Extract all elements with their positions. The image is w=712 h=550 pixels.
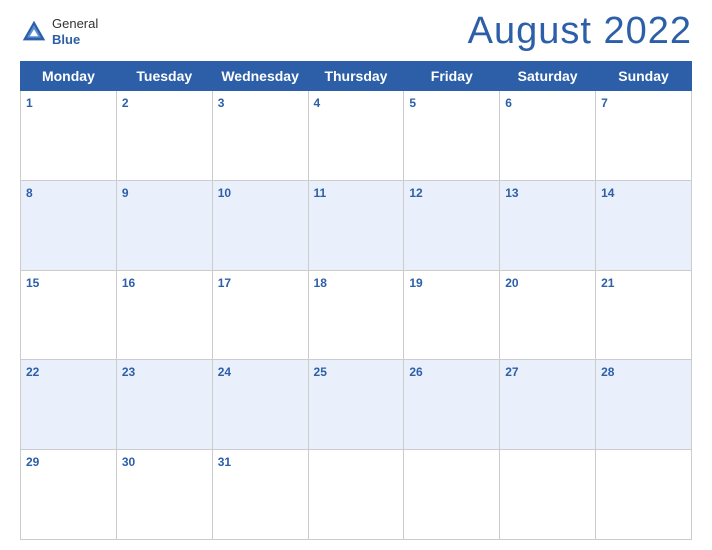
day-number: 8 (26, 186, 33, 200)
day-number: 1 (26, 96, 33, 110)
day-number: 19 (409, 276, 422, 290)
logo-line1: General (52, 16, 98, 32)
calendar-cell: 31 (212, 450, 308, 540)
calendar-cell: 22 (21, 360, 117, 450)
calendar-cell: 16 (116, 270, 212, 360)
week-row-4: 22 23 24 25 26 27 28 (21, 360, 692, 450)
calendar-cell: 15 (21, 270, 117, 360)
calendar-cell: 30 (116, 450, 212, 540)
week-row-2: 8 9 10 11 12 13 14 (21, 180, 692, 270)
day-number: 16 (122, 276, 135, 290)
day-number: 31 (218, 455, 231, 469)
calendar-cell: 27 (500, 360, 596, 450)
calendar-cell: 6 (500, 91, 596, 181)
day-number: 24 (218, 365, 231, 379)
day-number: 3 (218, 96, 225, 110)
calendar-cell (500, 450, 596, 540)
calendar-cell (596, 450, 692, 540)
day-header-thursday: Thursday (308, 62, 404, 91)
day-header-monday: Monday (21, 62, 117, 91)
calendar-cell: 8 (21, 180, 117, 270)
day-header-tuesday: Tuesday (116, 62, 212, 91)
calendar-cell: 29 (21, 450, 117, 540)
day-number: 15 (26, 276, 39, 290)
day-number: 21 (601, 276, 614, 290)
calendar-cell: 28 (596, 360, 692, 450)
calendar-cell: 12 (404, 180, 500, 270)
calendar-cell: 24 (212, 360, 308, 450)
day-header-saturday: Saturday (500, 62, 596, 91)
calendar-cell: 4 (308, 91, 404, 181)
day-header-sunday: Sunday (596, 62, 692, 91)
calendar-cell: 26 (404, 360, 500, 450)
day-number: 14 (601, 186, 614, 200)
calendar-cell (404, 450, 500, 540)
day-number: 29 (26, 455, 39, 469)
day-number: 26 (409, 365, 422, 379)
calendar-cell: 5 (404, 91, 500, 181)
day-number: 23 (122, 365, 135, 379)
day-number: 22 (26, 365, 39, 379)
day-number: 2 (122, 96, 129, 110)
day-headers-row: MondayTuesdayWednesdayThursdayFridaySatu… (21, 62, 692, 91)
logo: General Blue (20, 16, 98, 47)
calendar-cell: 20 (500, 270, 596, 360)
calendar-cell: 9 (116, 180, 212, 270)
calendar-cell: 18 (308, 270, 404, 360)
day-header-wednesday: Wednesday (212, 62, 308, 91)
month-title: August 2022 (468, 10, 692, 53)
day-number: 4 (314, 96, 321, 110)
calendar-cell: 21 (596, 270, 692, 360)
calendar-cell: 3 (212, 91, 308, 181)
logo-line2: Blue (52, 32, 98, 48)
day-number: 18 (314, 276, 327, 290)
calendar-cell: 11 (308, 180, 404, 270)
calendar-cell: 17 (212, 270, 308, 360)
logo-icon (20, 18, 48, 46)
calendar-cell: 2 (116, 91, 212, 181)
day-number: 6 (505, 96, 512, 110)
day-number: 20 (505, 276, 518, 290)
calendar-cell: 14 (596, 180, 692, 270)
calendar-cell: 23 (116, 360, 212, 450)
calendar-cell (308, 450, 404, 540)
week-row-1: 1 2 3 4 5 6 7 (21, 91, 692, 181)
day-number: 25 (314, 365, 327, 379)
day-header-friday: Friday (404, 62, 500, 91)
calendar-cell: 25 (308, 360, 404, 450)
day-number: 28 (601, 365, 614, 379)
day-number: 30 (122, 455, 135, 469)
day-number: 17 (218, 276, 231, 290)
day-number: 11 (314, 186, 327, 200)
week-row-5: 29 30 31 (21, 450, 692, 540)
week-row-3: 15 16 17 18 19 20 21 (21, 270, 692, 360)
day-number: 10 (218, 186, 231, 200)
day-number: 5 (409, 96, 416, 110)
logo-text: General Blue (52, 16, 98, 47)
calendar-header: General Blue August 2022 (20, 10, 692, 53)
calendar-cell: 7 (596, 91, 692, 181)
calendar-cell: 13 (500, 180, 596, 270)
calendar-cell: 19 (404, 270, 500, 360)
calendar-cell: 10 (212, 180, 308, 270)
calendar-cell: 1 (21, 91, 117, 181)
day-number: 13 (505, 186, 518, 200)
day-number: 9 (122, 186, 129, 200)
day-number: 12 (409, 186, 422, 200)
day-number: 7 (601, 96, 608, 110)
day-number: 27 (505, 365, 518, 379)
calendar-table: MondayTuesdayWednesdayThursdayFridaySatu… (20, 61, 692, 540)
